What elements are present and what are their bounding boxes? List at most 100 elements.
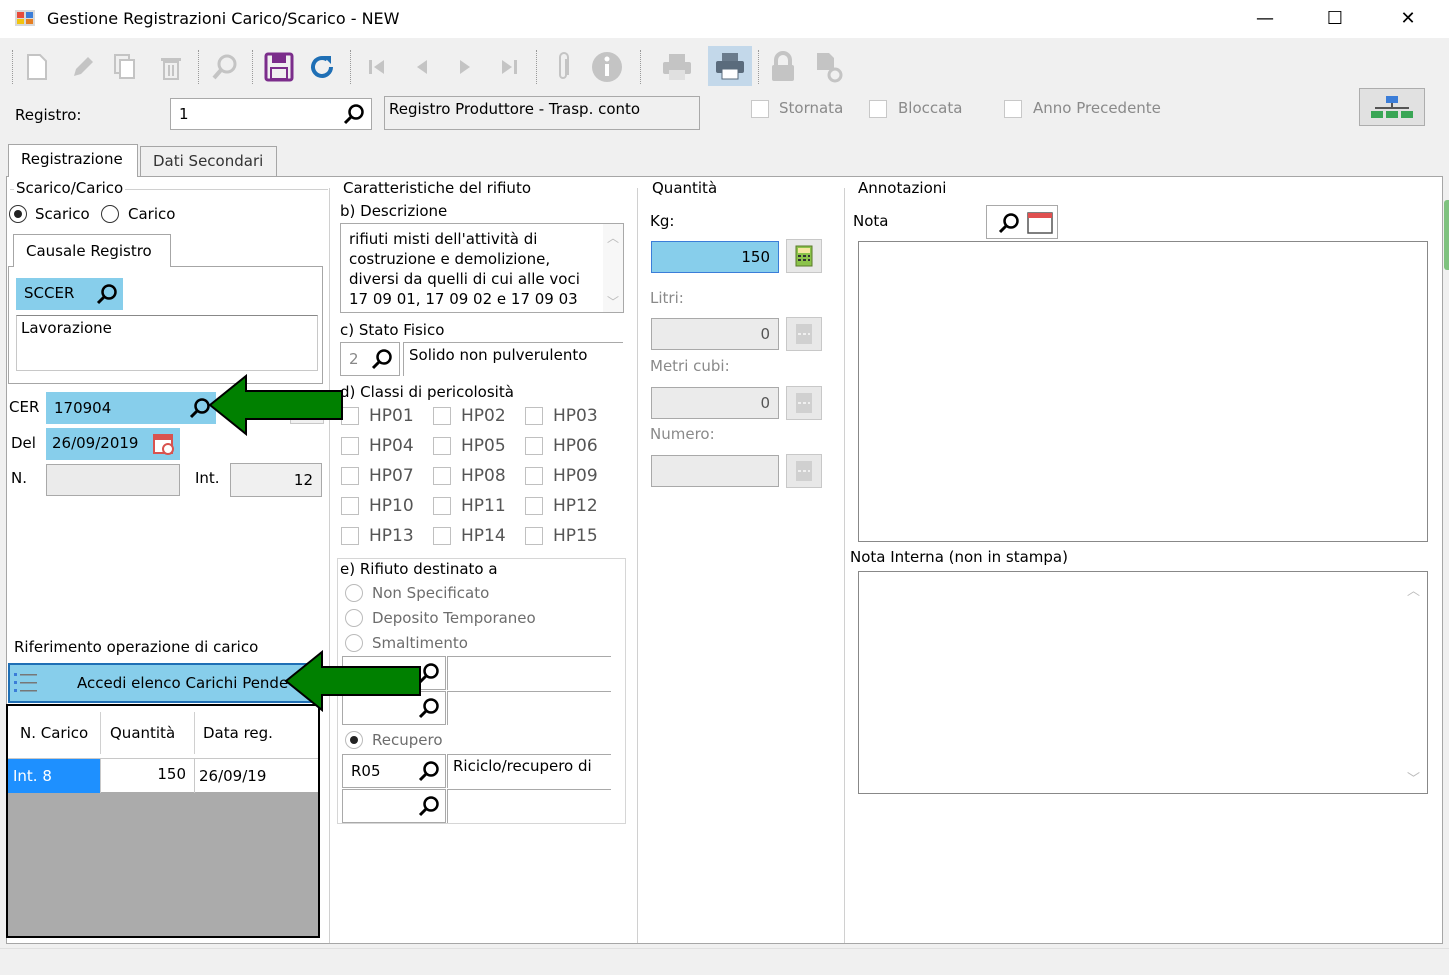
hp-checkbox-hp11[interactable] [433, 497, 451, 515]
print-icon[interactable] [660, 48, 694, 86]
cer-value: 170904 [54, 399, 112, 417]
search-icon[interactable] [208, 48, 242, 86]
grid-cell-quantita[interactable]: 150 [100, 759, 192, 793]
metri-calculator-button[interactable] [786, 386, 822, 420]
first-icon[interactable] [360, 48, 394, 86]
grid-cell-n-carico[interactable]: Int. 8 [8, 759, 100, 793]
kg-value: 150 [741, 248, 770, 266]
classi-label: d) Classi di pericolosità [340, 383, 514, 401]
hp-checkbox-hp02[interactable] [433, 407, 451, 425]
metri-cubi-input[interactable]: 0 [651, 387, 779, 419]
grid-header-quantita[interactable]: Quantità [110, 724, 175, 742]
tab-registrazione[interactable]: Registrazione [8, 144, 138, 177]
last-icon[interactable] [492, 48, 526, 86]
chevron-up-icon[interactable]: ︿ [1407, 580, 1420, 599]
registro-description: Registro Produttore - Trasp. conto [384, 96, 700, 130]
chevron-up-icon[interactable]: ︿ [607, 228, 619, 248]
info-icon[interactable] [590, 48, 624, 86]
refresh-icon[interactable] [305, 48, 339, 86]
hp-label: HP04 [369, 436, 414, 456]
nota-interna-label: Nota Interna (non in stampa) [850, 548, 1068, 566]
grid-cell-data-reg[interactable]: 26/09/19 [194, 759, 318, 793]
next-icon[interactable] [448, 48, 482, 86]
toolbar-separator [252, 50, 254, 84]
status-bar [0, 948, 1449, 975]
recupero-description: Riciclo/recupero di [447, 754, 611, 788]
hp-checkbox-hp10[interactable] [341, 497, 359, 515]
del-label: Del [11, 434, 36, 452]
settings-icon[interactable] [812, 48, 846, 86]
recupero-radio[interactable] [345, 731, 363, 749]
nota-interna-textarea[interactable]: ︿ ﹀ [858, 571, 1428, 794]
hp-checkbox-hp07[interactable] [341, 467, 359, 485]
hp-checkbox-hp06[interactable] [525, 437, 543, 455]
recupero-search-icon[interactable] [417, 759, 441, 787]
hp-checkbox-hp08[interactable] [433, 467, 451, 485]
grid-header-data-reg[interactable]: Data reg. [203, 724, 273, 742]
kg-input[interactable]: 150 [651, 241, 779, 273]
delete-icon[interactable] [154, 48, 188, 86]
app-icon [15, 10, 35, 26]
calendar-icon[interactable] [152, 432, 176, 460]
scarico-radio[interactable] [9, 205, 27, 223]
grid-header: N. Carico Quantità Data reg. [8, 706, 318, 758]
causale-search-icon[interactable] [95, 282, 119, 310]
litri-input[interactable]: 0 [651, 318, 779, 350]
numero-qta-input[interactable] [651, 455, 779, 487]
hp-checkbox-hp09[interactable] [525, 467, 543, 485]
registro-search-icon[interactable] [342, 102, 366, 130]
chevron-down-icon[interactable]: ﹀ [1407, 768, 1420, 787]
stornata-label: Stornata [779, 99, 844, 117]
anno-precedente-checkbox[interactable] [1004, 100, 1022, 118]
hp-checkbox-hp04[interactable] [341, 437, 359, 455]
bloccata-label: Bloccata [898, 99, 963, 117]
hp-checkbox-hp14[interactable] [433, 527, 451, 545]
new-icon[interactable] [20, 48, 54, 86]
nota-textarea[interactable] [858, 241, 1428, 542]
search-icon [998, 213, 1019, 234]
hp-checkbox-hp13[interactable] [341, 527, 359, 545]
prev-icon[interactable] [405, 48, 439, 86]
litri-calculator-button[interactable] [786, 317, 822, 351]
nota-lookup-button[interactable] [986, 205, 1058, 239]
non-specificato-radio[interactable] [345, 584, 363, 602]
descrizione-textarea[interactable]: rifiuti misti dell'attività di costruzio… [340, 223, 624, 313]
title-bar: Gestione Registrazioni Carico/Scarico - … [0, 0, 1449, 38]
hp-checkbox-hp12[interactable] [525, 497, 543, 515]
tab-dati-secondari[interactable]: Dati Secondari [140, 146, 277, 176]
minimize-button[interactable]: — [1245, 6, 1285, 32]
table-row[interactable]: Int. 8 150 26/09/19 [8, 758, 318, 793]
print-active-icon[interactable] [708, 46, 752, 86]
recupero-search-icon-2[interactable] [417, 794, 441, 822]
chevron-down-icon[interactable]: ﹀ [607, 292, 619, 312]
hp-checkbox-hp05[interactable] [433, 437, 451, 455]
kg-calculator-button[interactable] [786, 239, 822, 273]
numero-calculator-button[interactable] [786, 454, 822, 488]
descrizione-scrollbar[interactable]: ︿ ﹀ [603, 224, 623, 312]
stornata-checkbox[interactable] [751, 100, 769, 118]
descrizione-line: 17 09 01, 17 09 02 e 17 09 03 [349, 290, 578, 308]
edit-icon[interactable] [66, 48, 100, 86]
recupero-label: Recupero [372, 731, 443, 749]
deposito-radio[interactable] [345, 609, 363, 627]
hp-checkbox-hp15[interactable] [525, 527, 543, 545]
grid-header-n-carico[interactable]: N. Carico [20, 724, 88, 742]
save-icon[interactable] [262, 48, 296, 86]
copy-icon[interactable] [108, 48, 142, 86]
attach-icon[interactable] [546, 48, 580, 86]
lock-icon[interactable] [766, 48, 800, 86]
nota-interna-scrollbar[interactable]: ︿ ﹀ [1399, 572, 1427, 793]
tab-causale-registro[interactable]: Causale Registro [13, 234, 171, 267]
close-button[interactable]: ✕ [1388, 6, 1428, 32]
calculator-icon [796, 393, 812, 413]
numero-input[interactable] [46, 464, 180, 496]
carico-radio[interactable] [101, 205, 119, 223]
maximize-button[interactable]: ☐ [1315, 6, 1355, 32]
accedi-carichi-button[interactable]: Accedi elenco Carichi Pende [8, 663, 320, 703]
hp-label: HP13 [369, 526, 414, 546]
bloccata-checkbox[interactable] [869, 100, 887, 118]
stato-search-icon[interactable] [370, 347, 394, 375]
hp-checkbox-hp03[interactable] [525, 407, 543, 425]
hierarchy-button[interactable] [1359, 88, 1425, 126]
int-input[interactable]: 12 [230, 463, 322, 497]
